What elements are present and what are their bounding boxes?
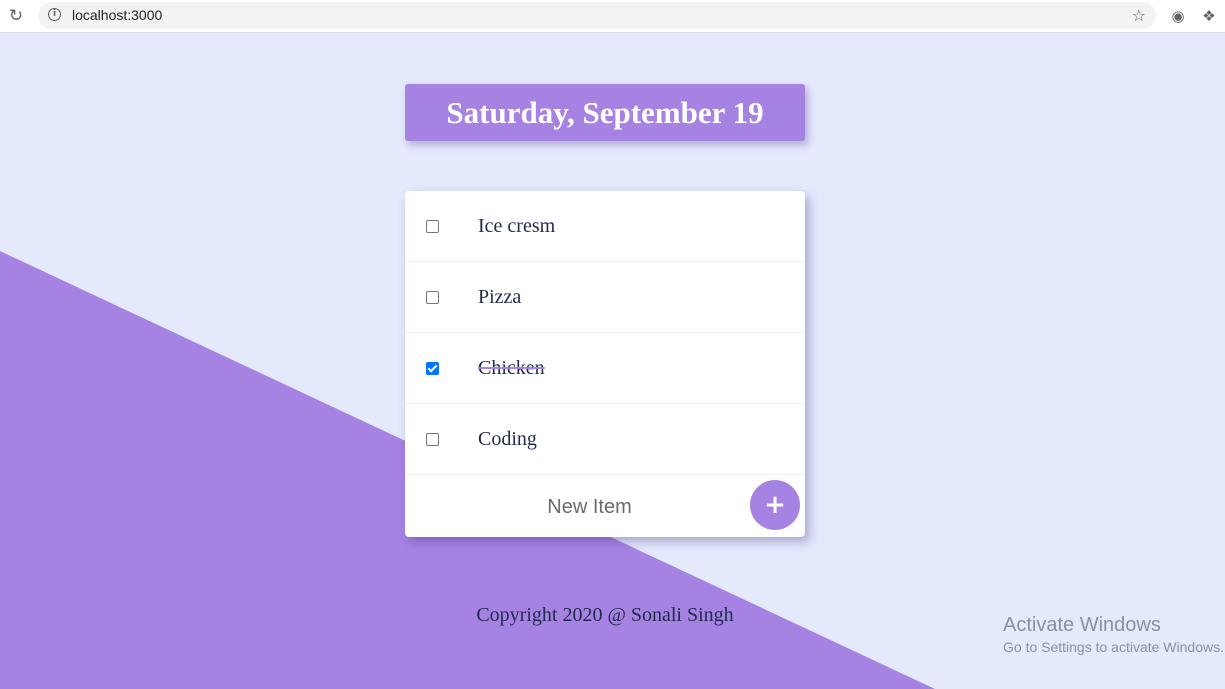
item-checkbox[interactable]: [426, 291, 439, 304]
list-item: Pizza: [405, 262, 805, 333]
reload-icon[interactable]: ↻: [6, 6, 26, 26]
activation-watermark: Activate Windows Go to Settings to activ…: [1003, 613, 1225, 657]
browser-toolbar: ↻ i localhost:3000 ☆ ◉ ❖: [0, 0, 1225, 33]
item-label-completed: Chicken: [478, 357, 545, 379]
todo-card: Ice cresm Pizza Chicken Coding +: [405, 191, 805, 539]
bug-icon[interactable]: ◉: [1168, 5, 1188, 27]
list-item: Coding: [405, 404, 805, 475]
address-bar[interactable]: i localhost:3000 ☆: [38, 2, 1156, 29]
star-icon[interactable]: ☆: [1132, 2, 1146, 29]
item-checkbox[interactable]: [426, 433, 439, 446]
item-checkbox[interactable]: [426, 220, 439, 233]
item-label: Ice cresm: [478, 215, 556, 237]
copyright-footer: Copyright 2020 @ Sonali Singh: [476, 604, 734, 626]
watermark-subtitle: Go to Settings to activate Windows.: [1003, 639, 1224, 655]
list-item: Chicken: [405, 333, 805, 404]
item-label: Coding: [478, 428, 537, 450]
url-text[interactable]: localhost:3000: [72, 2, 162, 29]
item-label: Pizza: [478, 286, 522, 308]
watermark-title: Activate Windows: [1003, 614, 1161, 636]
new-item-input[interactable]: [405, 475, 774, 539]
info-icon[interactable]: i: [48, 8, 61, 21]
item-checkbox-checked[interactable]: [426, 362, 439, 375]
page-title: Saturday, September 19: [405, 84, 805, 141]
list-item: Ice cresm: [405, 191, 805, 262]
add-item-button[interactable]: +: [750, 480, 800, 530]
puzzle-icon[interactable]: ❖: [1198, 5, 1220, 27]
